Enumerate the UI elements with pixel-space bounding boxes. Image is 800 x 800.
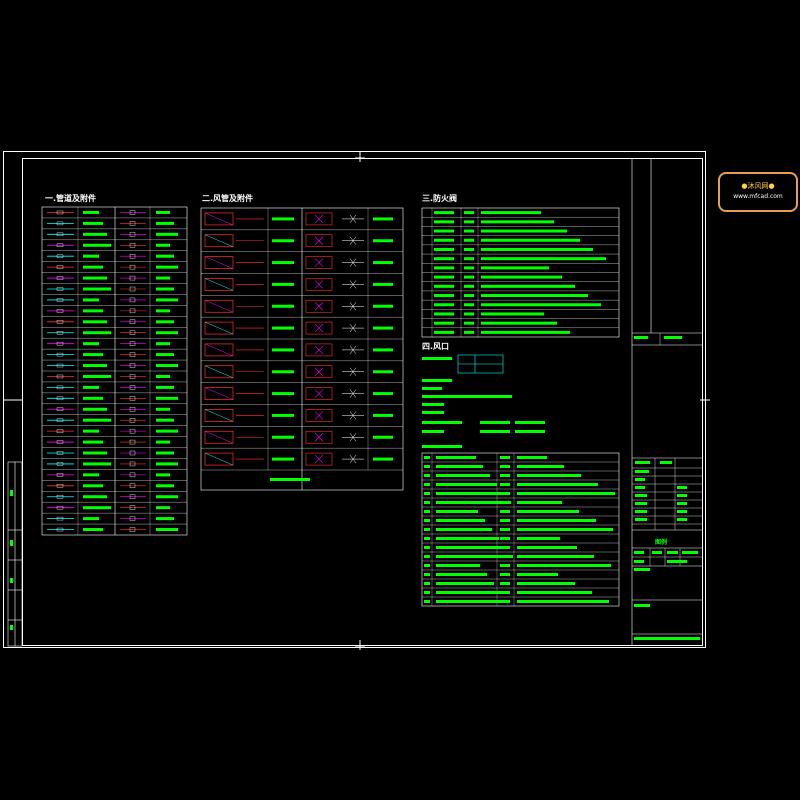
cad-drawing [3,151,710,650]
